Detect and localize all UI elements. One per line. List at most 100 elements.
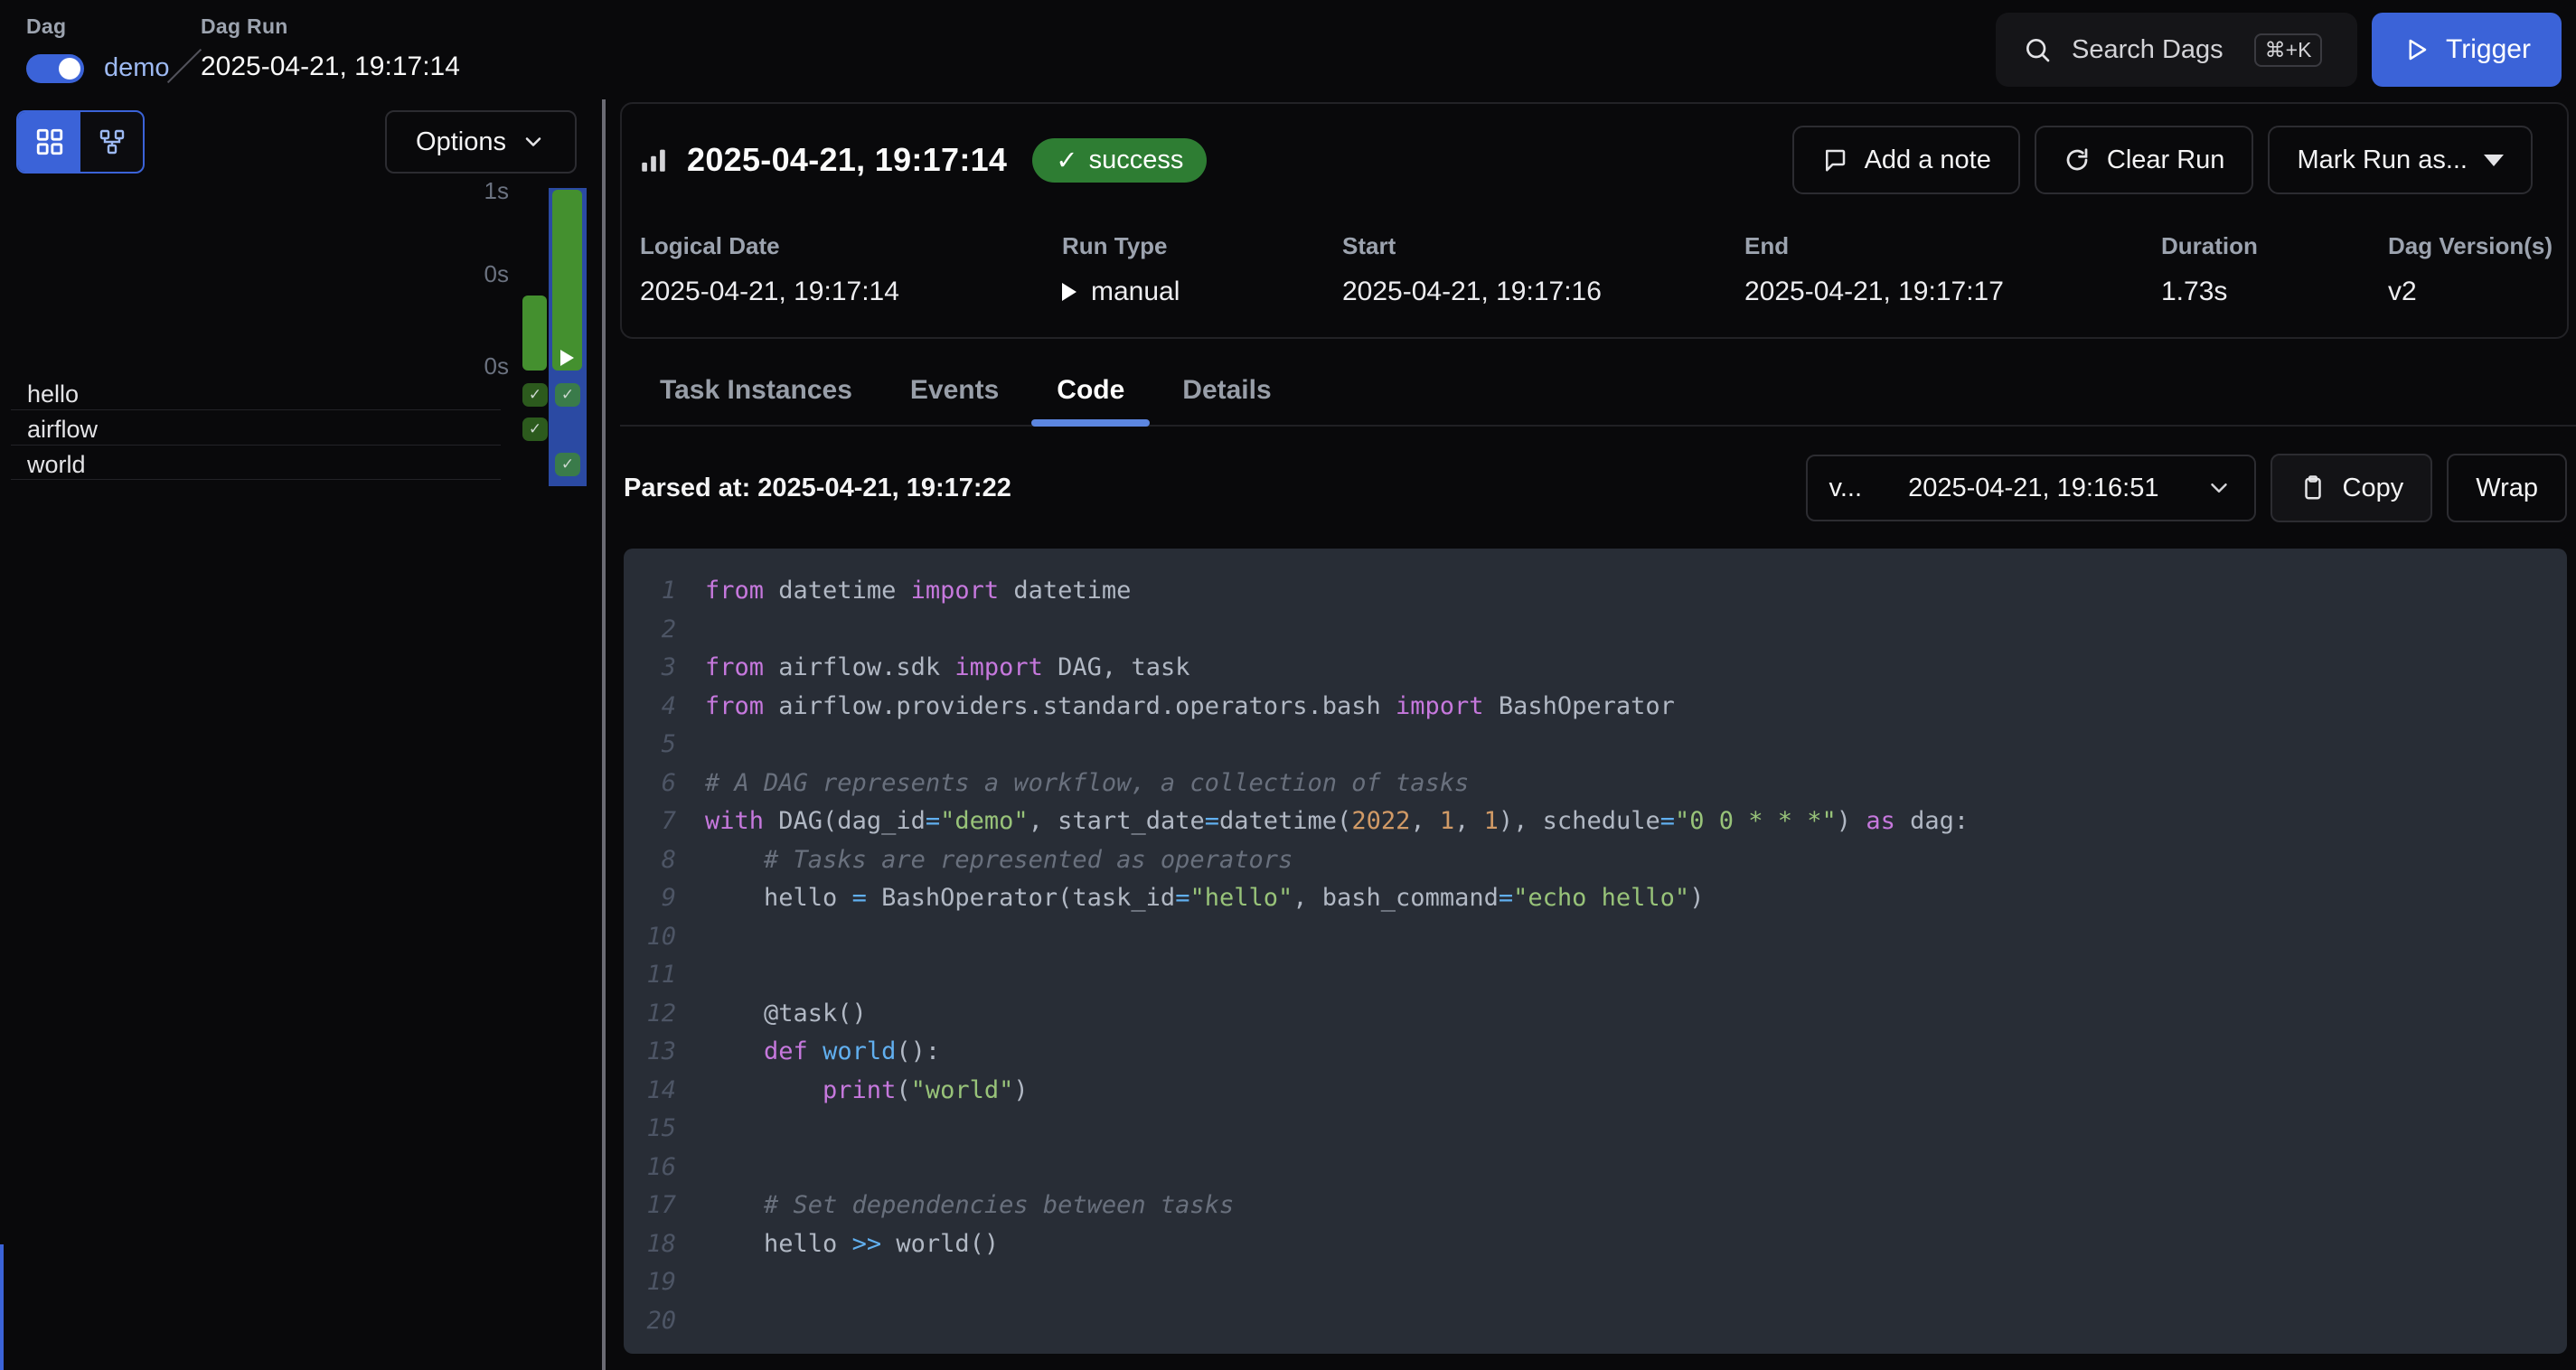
graph-view-button[interactable] — [80, 112, 143, 172]
code-text — [705, 1302, 719, 1341]
trigger-label: Trigger — [2446, 34, 2531, 65]
meta-logical-date: Logical Date2025-04-21, 19:17:14 — [640, 232, 899, 307]
breadcrumb-dagrun: Dag Run 2025-04-21, 19:17:14 — [201, 14, 460, 82]
meta-duration: Duration1.73s — [2161, 232, 2258, 307]
copy-button[interactable]: Copy — [2270, 454, 2433, 522]
task-label-world[interactable]: world — [27, 451, 86, 479]
copy-label: Copy — [2343, 474, 2404, 503]
play-outline-icon — [2402, 36, 2430, 63]
version-value: 2025-04-21, 19:16:51 — [1862, 474, 2205, 503]
code-line: 4 from airflow.providers.standard.operato… — [624, 688, 2567, 727]
meta-value: v2 — [2388, 277, 2552, 307]
clear-run-button[interactable]: Clear Run — [2035, 126, 2254, 194]
code-line: 3from airflow.sdk import DAG, task — [624, 649, 2567, 688]
ti-square-world-sel[interactable]: ✓ — [555, 453, 580, 476]
duration-tick: 0s — [434, 352, 509, 380]
meta-value: manual — [1062, 277, 1180, 307]
wrap-button[interactable]: Wrap — [2447, 454, 2567, 522]
line-number: 5 — [624, 726, 676, 765]
dag-run-card: 2025-04-21, 19:17:14 ✓ success Add a not… — [620, 102, 2569, 339]
search-placeholder: Search Dags — [2072, 35, 2223, 65]
code-text: hello = BashOperator(task_id="hello", ba… — [705, 879, 1704, 918]
meta-value-text: 2025-04-21, 19:17:16 — [1342, 277, 1602, 307]
code-line: 13 def world(): — [624, 1033, 2567, 1072]
ti-square-hello-sel[interactable]: ✓ — [555, 383, 580, 407]
task-label-hello[interactable]: hello — [27, 380, 79, 408]
task-label-airflow[interactable]: airflow — [27, 416, 98, 444]
line-number: 9 — [624, 879, 676, 918]
meta-label: End — [1744, 232, 2004, 260]
duration-tick: 1s — [434, 177, 509, 205]
previous-run-duration-bar[interactable] — [522, 296, 547, 371]
dag-name-link[interactable]: demo — [104, 53, 170, 83]
code-line: 7 with DAG(dag_id="demo", start_date=date… — [624, 802, 2567, 841]
options-button[interactable]: Options — [385, 110, 577, 174]
code-text: # A DAG represents a workflow, a collect… — [705, 765, 1469, 803]
selected-run-duration-bar[interactable] — [552, 190, 582, 371]
code-text: @task() — [705, 995, 867, 1034]
dagrun-label: Dag Run — [201, 14, 460, 39]
search-dags-button[interactable]: Search Dags ⌘+K — [1996, 13, 2357, 87]
line-number: 4 — [624, 688, 676, 727]
tab-details[interactable]: Details — [1153, 356, 1300, 425]
line-number: 6 — [624, 765, 676, 803]
graph-icon — [98, 127, 127, 156]
code-line: 17 # Set dependencies between tasks — [624, 1187, 2567, 1225]
code-text — [705, 726, 719, 765]
line-number: 10 — [624, 918, 676, 957]
dag-version-select[interactable]: v... 2025-04-21, 19:16:51 — [1806, 455, 2256, 521]
add-note-button[interactable]: Add a note — [1792, 126, 2020, 194]
view-mode-toggle — [16, 110, 145, 174]
line-number: 14 — [624, 1072, 676, 1111]
dagrun-id: 2025-04-21, 19:17:14 — [201, 52, 460, 82]
tab-task-instances[interactable]: Task Instances — [631, 356, 881, 425]
code-text — [705, 1149, 719, 1187]
trigger-button[interactable]: Trigger — [2372, 13, 2562, 87]
dag-pause-toggle[interactable] — [26, 54, 84, 83]
meta-value-text: v2 — [2388, 277, 2417, 307]
code-text: from airflow.providers.standard.operator… — [705, 688, 1675, 727]
code-line: 9 hello = BashOperator(task_id="hello", … — [624, 879, 2567, 918]
line-number: 13 — [624, 1033, 676, 1072]
tab-events[interactable]: Events — [881, 356, 1028, 425]
code-text: print("world") — [705, 1072, 1029, 1111]
grid-icon — [34, 127, 65, 157]
meta-label: Dag Version(s) — [2388, 232, 2552, 260]
toggle-knob — [59, 58, 80, 80]
meta-value-text: 2025-04-21, 19:17:14 — [640, 277, 899, 307]
meta-value-text: 1.73s — [2161, 277, 2227, 307]
grid-view-button[interactable] — [18, 112, 80, 172]
search-icon — [2023, 35, 2052, 64]
dag-label: Dag — [26, 14, 170, 39]
meta-start: Start2025-04-21, 19:17:16 — [1342, 232, 1602, 307]
code-line: 12 @task() — [624, 995, 2567, 1034]
ti-square-airflow-prev[interactable]: ✓ — [522, 418, 548, 441]
line-number: 18 — [624, 1225, 676, 1264]
task-row-separator — [11, 445, 501, 446]
code-text — [705, 1110, 719, 1149]
code-text — [705, 611, 719, 650]
code-line: 16 — [624, 1149, 2567, 1187]
code-line: 5 — [624, 726, 2567, 765]
breadcrumb-separator — [167, 49, 202, 83]
line-number: 20 — [624, 1302, 676, 1341]
tab-code[interactable]: Code — [1028, 356, 1153, 425]
line-number: 3 — [624, 649, 676, 688]
mark-run-as-button[interactable]: Mark Run as... — [2268, 126, 2533, 194]
dag-code-panel[interactable]: 1from datetime import datetime2 3from ai… — [624, 549, 2567, 1354]
panel-resize-handle[interactable] — [602, 99, 606, 1370]
code-line: 20 — [624, 1302, 2567, 1341]
run-title: 2025-04-21, 19:17:14 — [687, 141, 1007, 179]
meta-value: 2025-04-21, 19:17:17 — [1744, 277, 2004, 307]
line-number: 8 — [624, 841, 676, 880]
duration-tick: 0s — [434, 260, 509, 288]
line-number: 1 — [624, 572, 676, 611]
play-icon — [1062, 283, 1076, 301]
meta-run-type: Run Typemanual — [1062, 232, 1180, 307]
code-line: 19 — [624, 1263, 2567, 1302]
code-text: with DAG(dag_id="demo", start_date=datet… — [705, 802, 1969, 841]
line-number: 19 — [624, 1263, 676, 1302]
line-number: 7 — [624, 802, 676, 841]
ti-square-hello-prev[interactable]: ✓ — [522, 383, 548, 407]
breadcrumb-dag: Dag demo — [26, 14, 170, 83]
